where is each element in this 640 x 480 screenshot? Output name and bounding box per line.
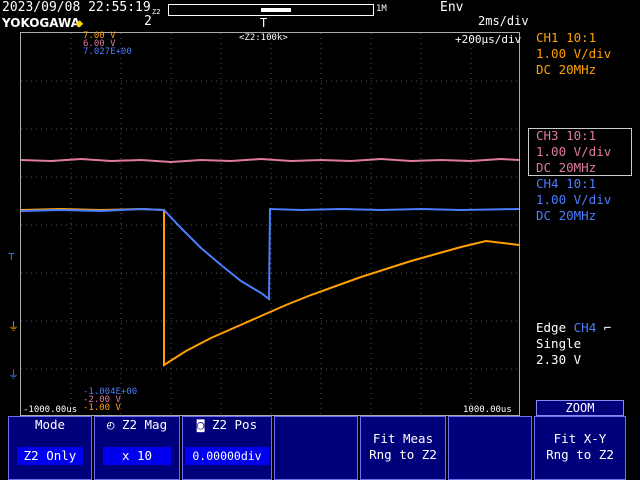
- zoom-mag-softkey[interactable]: ◴ Z2 Mag x 10: [94, 416, 180, 480]
- mode-label: Mode: [34, 417, 66, 432]
- trigger-info[interactable]: Edge CH4 ⌐ Single 2.30 V: [536, 320, 611, 368]
- acquisition-mode: Env: [440, 0, 464, 15]
- zoom-small-label: Z2: [152, 8, 161, 16]
- zoom-mag-value: x 10: [103, 447, 171, 465]
- blank-softkey-1[interactable]: [274, 416, 358, 480]
- zoom-pos-softkey[interactable]: ◙ Z2 Pos 0.00000div: [182, 416, 272, 480]
- ch4-name: CH4 10:1: [536, 176, 597, 191]
- zoom-pos-label: Z2 Pos: [211, 417, 258, 432]
- brand-logo: YOKOGAWA: [2, 16, 81, 30]
- fit-meas-line2: Rng to Z2: [369, 447, 437, 462]
- blank-softkey-2[interactable]: [448, 416, 532, 480]
- rising-edge-icon: ⌐: [603, 320, 612, 335]
- record-position-bar: [168, 4, 374, 16]
- ch4-trigger-level-icon: ⊤: [8, 250, 15, 263]
- ch3-coupling: DC 20MHz: [536, 160, 597, 175]
- zoom-factor-label: <Z2:100k>: [239, 33, 288, 43]
- fit-meas-softkey[interactable]: Fit Meas Rng to Z2: [360, 416, 446, 480]
- trigger-level: 2.30 V: [536, 352, 582, 367]
- ch1-ground-icon: ⏚: [8, 320, 19, 333]
- time-right-label: 1000.00us: [463, 405, 512, 415]
- trigger-source: CH4: [573, 320, 597, 335]
- mode-value: Z2 Only: [17, 447, 83, 465]
- ch3-name: CH3 10:1: [536, 128, 597, 143]
- pos-knob-icon: ◙: [196, 417, 205, 432]
- time-per-div: 2ms/div: [478, 14, 529, 28]
- ch4-ground-icon: ⏚: [8, 368, 19, 381]
- ch4-info[interactable]: CH4 10:1 1.00 V/div DC 20MHz: [536, 176, 611, 224]
- ch4-coupling: DC 20MHz: [536, 208, 597, 223]
- waveform-display[interactable]: 7.00 V 6.00 V 7.027E+00 <Z2:100k> +200μs…: [20, 31, 522, 416]
- ch4-upper-value: 7.027E+00: [83, 47, 132, 57]
- ch1-name: CH1 10:1: [536, 30, 597, 45]
- trigger-mode: Single: [536, 336, 582, 351]
- ch1-coupling: DC 20MHz: [536, 62, 597, 77]
- ch1-lower-value: -1.00 V: [83, 403, 121, 413]
- fit-xy-line2: Rng to Z2: [546, 447, 614, 462]
- trigger-position-icon: T: [260, 16, 268, 30]
- fit-meas-line1: Fit Meas: [372, 431, 434, 446]
- timestamp: 2023/09/08 22:55:19: [2, 0, 151, 15]
- ch4-scale: 1.00 V/div: [536, 192, 612, 207]
- fit-xy-line1: Fit X-Y: [553, 431, 607, 446]
- ch4-trace: [21, 207, 519, 301]
- knob-icon: ◴: [106, 417, 115, 432]
- time-left-label: -1000.00us: [23, 405, 78, 415]
- ch1-info[interactable]: CH1 10:1 1.00 V/div DC 20MHz: [536, 30, 611, 78]
- trigger-type: Edge: [536, 320, 567, 335]
- zoom-index: 2: [144, 14, 152, 29]
- ch3-info[interactable]: CH3 10:1 1.00 V/div DC 20MHz: [536, 128, 611, 176]
- zoom-mag-label: Z2 Mag: [121, 417, 168, 432]
- mode-softkey[interactable]: Mode Z2 Only: [8, 416, 92, 480]
- zoom-pos-value: 0.00000div: [185, 447, 269, 465]
- ch1-scale: 1.00 V/div: [536, 46, 612, 61]
- zoom-menu-header: ZOOM: [536, 400, 624, 416]
- diamond-icon: ◆: [76, 16, 84, 30]
- record-position-fill: [261, 8, 291, 12]
- fit-xy-softkey[interactable]: Fit X-Y Rng to Z2: [534, 416, 626, 480]
- ch3-trace: [21, 157, 519, 164]
- zoom-time-div: +200μs/div: [455, 33, 522, 46]
- ch3-scale: 1.00 V/div: [536, 144, 612, 159]
- record-length-mark: 1M: [376, 4, 387, 14]
